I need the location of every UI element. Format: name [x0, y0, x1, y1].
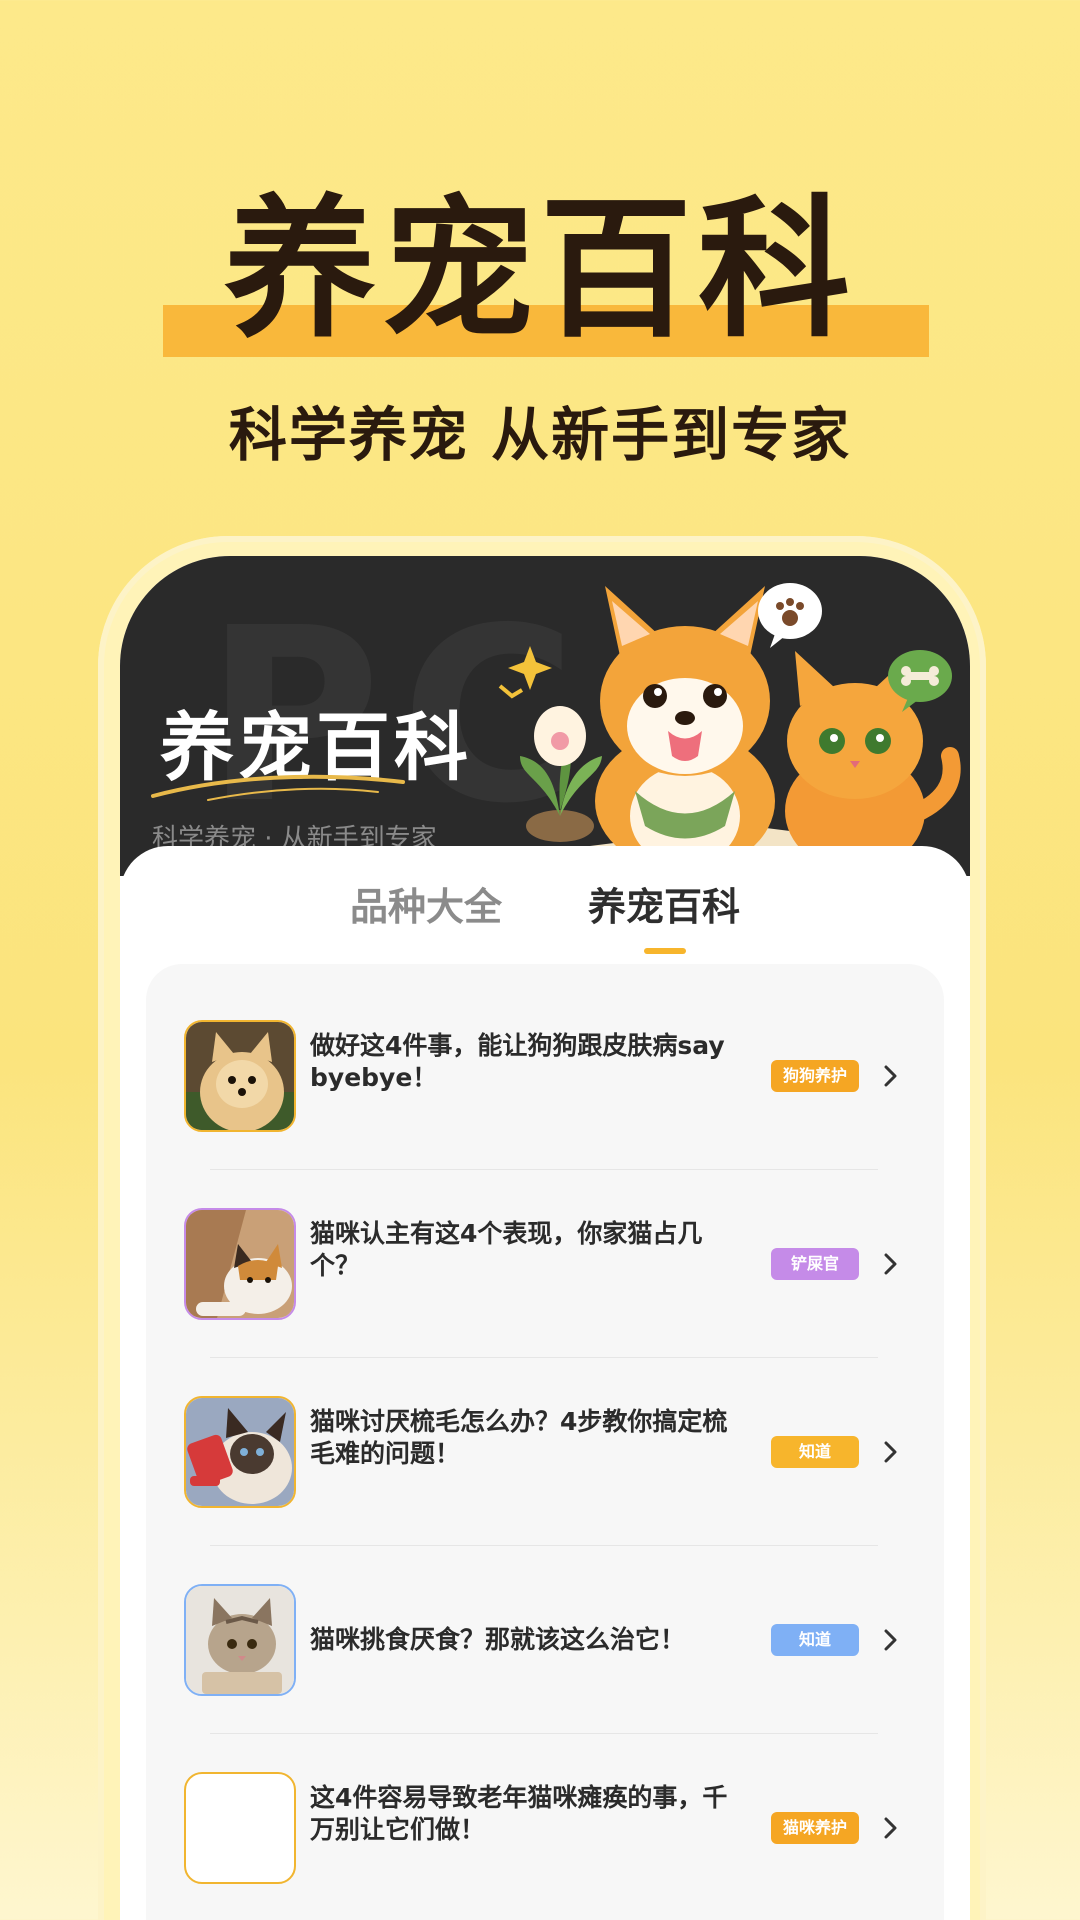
tab-breeds[interactable]: 品种大全: [350, 876, 502, 931]
article-title: 做好这4件事，能让狗狗跟皮肤病say byebye！: [310, 1031, 725, 1092]
article-item[interactable]: 这4件容易导致老年猫咪瘫痪的事，千万别让它们做！ 猫咪养护: [146, 1716, 944, 1904]
article-list: 做好这4件事，能让狗狗跟皮肤病say byebye！ 狗狗养护 猫咪认主有这4个…: [146, 964, 944, 1920]
active-tab-indicator: [644, 948, 686, 954]
article-item[interactable]: 猫咪认主有这4个表现，你家猫占几个？ 铲屎官: [146, 1152, 944, 1340]
chevron-right-icon: [876, 1624, 906, 1656]
category-tag: 铲屎官: [771, 1248, 859, 1280]
content-sheet: 品种大全 养宠百科 做好这4件事，能让狗狗跟皮肤病say byebye！ 狗狗养…: [120, 846, 970, 1920]
promo-subtitle: 科学养宠 从新手到专家: [228, 401, 852, 469]
calico-cat-thumbnail: [184, 1208, 296, 1320]
chevron-right-icon: [876, 1436, 906, 1468]
article-item[interactable]: 猫咪讨厌梳毛怎么办？4步教你搞定梳毛难的问题！ 知道: [146, 1340, 944, 1528]
article-item[interactable]: 猫咪挑食厌食？那就该这么治它！ 知道: [146, 1528, 944, 1716]
article-title: 这4件容易导致老年猫咪瘫痪的事，千万别让它们做！: [310, 1783, 728, 1844]
banner-swoosh-decoration: [151, 774, 405, 801]
hero-banner: PC 养宠百科 科学养宠 · 从新手到专家: [120, 556, 970, 876]
category-tag: 狗狗养护: [771, 1060, 859, 1092]
empty-thumbnail: [184, 1772, 296, 1884]
pets-illustration: [498, 583, 961, 876]
chevron-right-icon: [876, 1060, 906, 1092]
phone-screen: PC 养宠百科 科学养宠 · 从新手到专家 品种大全 养宠百科 做好这4件事，能…: [120, 556, 970, 1920]
promo-header: 养宠百科: [0, 190, 1080, 370]
tabby-cat-thumbnail: [184, 1584, 296, 1696]
category-tag: 知道: [771, 1624, 859, 1656]
chevron-right-icon: [876, 1812, 906, 1844]
promo-title: 养宠百科: [224, 181, 856, 358]
pomeranian-thumbnail: [184, 1020, 296, 1132]
siamese-cat-thumbnail: [184, 1396, 296, 1508]
tab-pet-encyclopedia[interactable]: 养宠百科: [588, 876, 740, 931]
tab-bar: 品种大全 养宠百科: [120, 876, 970, 956]
article-item[interactable]: 做好这4件事，能让狗狗跟皮肤病say byebye！ 狗狗养护: [146, 964, 944, 1152]
category-tag: 知道: [771, 1436, 859, 1468]
chevron-right-icon: [876, 1248, 906, 1280]
article-title: 猫咪挑食厌食？那就该这么治它！: [310, 1625, 686, 1654]
article-title: 猫咪认主有这4个表现，你家猫占几个？: [310, 1219, 703, 1280]
article-title: 猫咪讨厌梳毛怎么办？4步教你搞定梳毛难的问题！: [310, 1407, 728, 1468]
category-tag: 猫咪养护: [771, 1812, 859, 1844]
